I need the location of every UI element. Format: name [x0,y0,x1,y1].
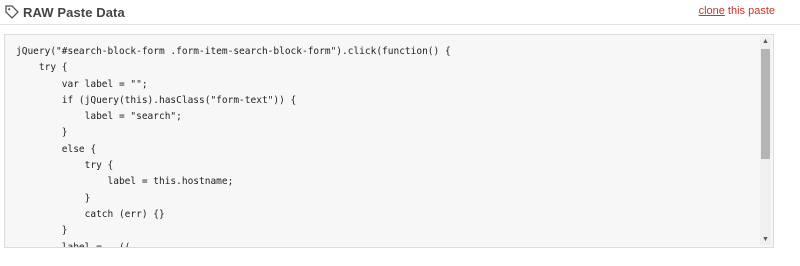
code-line: else { [16,143,97,155]
code-line: var label = ""; [16,78,148,90]
tag-icon [5,5,19,19]
page-title: RAW Paste Data [23,4,125,20]
up-arrow-icon[interactable]: ▲ [760,37,771,47]
paste-header: RAW Paste Data clone this paste [0,0,800,24]
code-line: } [16,192,91,204]
code-line: label = "search"; [16,111,182,123]
vertical-scrollbar[interactable]: ▲ ▼ [760,37,771,245]
code-line: label = ..(( [16,241,131,248]
clone-suffix: this paste [724,5,775,17]
code-line: } [16,127,68,139]
raw-code-textarea[interactable]: jQuery("#search-block-form .form-item-se… [4,34,774,248]
clone-link[interactable]: clone [699,5,725,17]
code-line: try { [16,62,68,74]
down-arrow-icon[interactable]: ▼ [760,235,771,245]
code-line: catch (err) {} [16,208,165,220]
code-line: if (jQuery(this).hasClass("form-text")) … [16,94,297,106]
scroll-thumb[interactable] [761,49,770,159]
code-line: jQuery("#search-block-form .form-item-se… [16,46,451,57]
title-group: RAW Paste Data [5,3,125,21]
code-line: label = this.hostname; [16,176,234,188]
paste-actions: clone this paste [699,5,775,17]
code-line: } [16,225,68,237]
code-line: try { [16,160,114,172]
code-content: jQuery("#search-block-form .form-item-se… [16,44,451,248]
header-divider [0,24,800,25]
